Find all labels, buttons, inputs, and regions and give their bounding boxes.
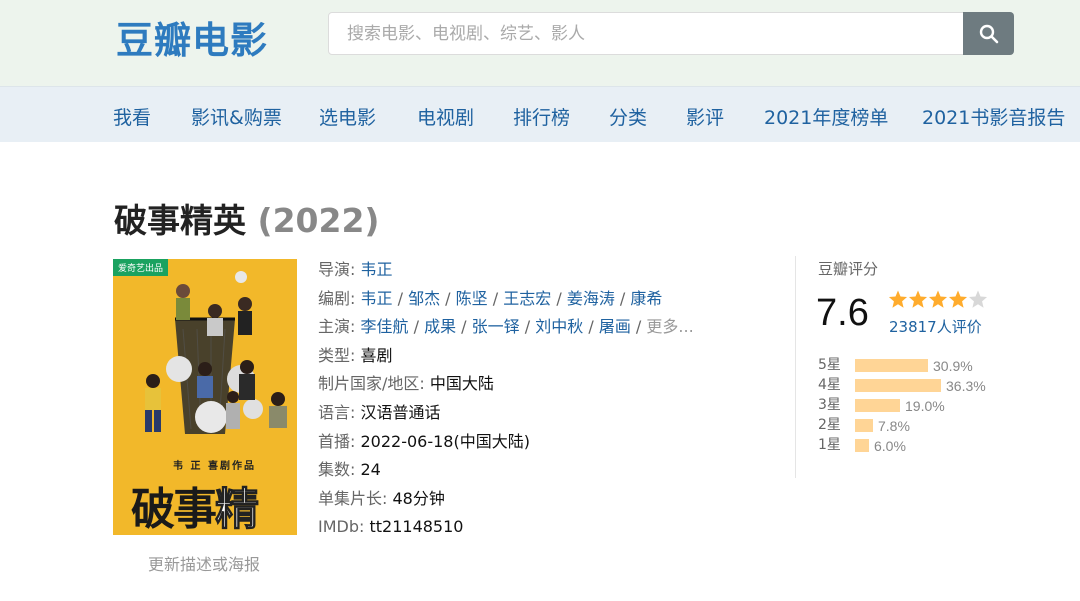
director-label: 导演 <box>318 260 351 279</box>
star-filled-icon <box>888 290 908 308</box>
star-empty-icon <box>968 290 988 308</box>
writer-link[interactable]: 王志宏 <box>503 289 551 308</box>
runtime-label: 单集片长 <box>318 488 383 508</box>
dist-bar <box>855 379 941 392</box>
poster-title-part1: 破事 <box>131 484 217 535</box>
language-label: 语言 <box>318 402 351 422</box>
info-imdb: IMDb: tt21148510 <box>318 517 464 537</box>
cast-more-link[interactable]: 更多... <box>646 317 693 336</box>
dist-pct: 7.8% <box>878 418 910 434</box>
info-runtime: 单集片长: 48分钟 <box>318 488 445 508</box>
writer-link[interactable]: 康希 <box>630 289 662 308</box>
writer-link[interactable]: 陈坚 <box>456 289 488 308</box>
cast-link[interactable]: 成果 <box>424 317 456 336</box>
runtime-value: 48分钟 <box>392 488 445 508</box>
cast-link[interactable]: 屠画 <box>599 317 631 336</box>
dist-pct: 6.0% <box>874 438 906 454</box>
rating-dist-row: 5星 30.9% <box>818 356 1028 376</box>
nav-item-2021-list[interactable]: 2021年度榜单 <box>764 103 888 130</box>
cast-link[interactable]: 刘中秋 <box>535 317 583 336</box>
language-value: 汉语普通话 <box>360 402 441 422</box>
writer-link[interactable]: 邹杰 <box>408 289 440 308</box>
dist-pct: 36.3% <box>946 378 986 394</box>
nav-item-reviews[interactable]: 影评 <box>686 103 724 130</box>
info-cast: 主演: 李佳航 / 成果 / 张一铎 / 刘中秋 / 屠画 / 更多... <box>318 317 694 337</box>
dist-label: 5星 <box>818 357 841 373</box>
dist-bar <box>855 399 900 412</box>
title-name: 破事精英 <box>114 201 246 240</box>
dist-bar <box>855 439 869 452</box>
dist-label: 4星 <box>818 377 841 393</box>
info-block: 导演: 韦正 编剧: 韦正 / 邹杰 / 陈坚 / 王志宏 / 姜海涛 / 康希… <box>318 259 788 545</box>
episodes-label: 集数 <box>318 460 351 480</box>
rating-dist-row: 3星 19.0% <box>818 396 1028 416</box>
dist-label: 1星 <box>818 437 841 453</box>
writer-link[interactable]: 韦正 <box>361 289 393 308</box>
dist-bar <box>855 359 928 372</box>
nav-item-tv[interactable]: 电视剧 <box>417 103 474 130</box>
info-writers: 编剧: 韦正 / 邹杰 / 陈坚 / 王志宏 / 姜海涛 / 康希 <box>318 288 663 308</box>
rating-panel: 豆瓣评分 7.6 23817人评价 5星 30.9% 4星 36.3% 3星 1… <box>795 256 1025 478</box>
top-bar: 豆瓣电影 <box>0 0 1080 86</box>
site-logo[interactable]: 豆瓣电影 <box>116 10 268 64</box>
rating-dist-row: 1星 6.0% <box>818 436 1028 456</box>
cast-link[interactable]: 李佳航 <box>361 317 409 336</box>
rating-dist-row: 4星 36.3% <box>818 376 1028 396</box>
poster-title: 破事精英 <box>131 473 297 536</box>
star-filled-icon <box>908 290 928 308</box>
info-country: 制片国家/地区: 中国大陆 <box>318 374 494 394</box>
nav-item-categories[interactable]: 分类 <box>609 103 647 130</box>
info-episodes: 集数: 24 <box>318 460 381 480</box>
update-poster-link[interactable]: 更新描述或海报 <box>148 551 260 575</box>
title-year: (2022) <box>257 201 380 240</box>
writer-link[interactable]: 姜海涛 <box>567 289 615 308</box>
poster-credit: 韦 正 喜剧作品 <box>173 461 256 472</box>
nav-item-choose-movie[interactable]: 选电影 <box>319 103 376 130</box>
episodes-value: 24 <box>360 460 381 480</box>
main-nav: 我看 影讯&购票 选电影 电视剧 排行榜 分类 影评 2021年度榜单 2021… <box>0 86 1080 142</box>
search-icon <box>979 24 998 43</box>
page-title: 破事精英 (2022) <box>114 194 380 242</box>
dist-label: 2星 <box>818 417 841 433</box>
nav-item-2021-report[interactable]: 2021书影音报告 <box>922 103 1065 130</box>
imdb-label: IMDb <box>318 517 359 537</box>
dist-pct: 19.0% <box>905 398 945 414</box>
poster-image[interactable]: 爱奇艺出品 韦 正 喜剧作品 破事精英 <box>113 259 297 535</box>
search-input[interactable] <box>328 12 964 55</box>
premiere-label: 首播 <box>318 431 351 451</box>
search-button[interactable] <box>963 12 1014 55</box>
genre-value: 喜剧 <box>360 345 393 365</box>
director-link[interactable]: 韦正 <box>361 260 393 279</box>
rating-count-link[interactable]: 23817人评价 <box>889 316 982 337</box>
country-value: 中国大陆 <box>429 374 494 394</box>
genre-label: 类型 <box>318 345 351 365</box>
nav-item-rankings[interactable]: 排行榜 <box>513 103 570 130</box>
star-filled-icon <box>928 290 948 308</box>
country-label: 制片国家/地区 <box>318 374 420 394</box>
rating-stars <box>888 290 988 308</box>
rating-title: 豆瓣评分 <box>818 260 879 278</box>
info-genre: 类型: 喜剧 <box>318 345 393 365</box>
nav-item-showtimes-tickets[interactable]: 影讯&购票 <box>191 103 282 130</box>
premiere-value: 2022-06-18(中国大陆) <box>360 431 530 451</box>
cast-link[interactable]: 张一铎 <box>472 317 520 336</box>
cast-label: 主演 <box>318 317 351 337</box>
rating-score: 7.6 <box>816 292 869 334</box>
writer-label: 编剧 <box>318 288 351 308</box>
star-filled-icon <box>948 290 968 308</box>
dist-label: 3星 <box>818 397 841 413</box>
info-language: 语言: 汉语普通话 <box>318 402 441 422</box>
dist-bar <box>855 419 873 432</box>
rating-dist-row: 2星 7.8% <box>818 416 1028 436</box>
nav-item-my-watching[interactable]: 我看 <box>113 103 151 130</box>
info-premiere: 首播: 2022-06-18(中国大陆) <box>318 431 530 451</box>
imdb-value: tt21148510 <box>369 517 464 537</box>
poster-badge: 爱奇艺出品 <box>113 259 169 276</box>
dist-pct: 30.9% <box>933 358 973 374</box>
info-director: 导演: 韦正 <box>318 260 393 279</box>
